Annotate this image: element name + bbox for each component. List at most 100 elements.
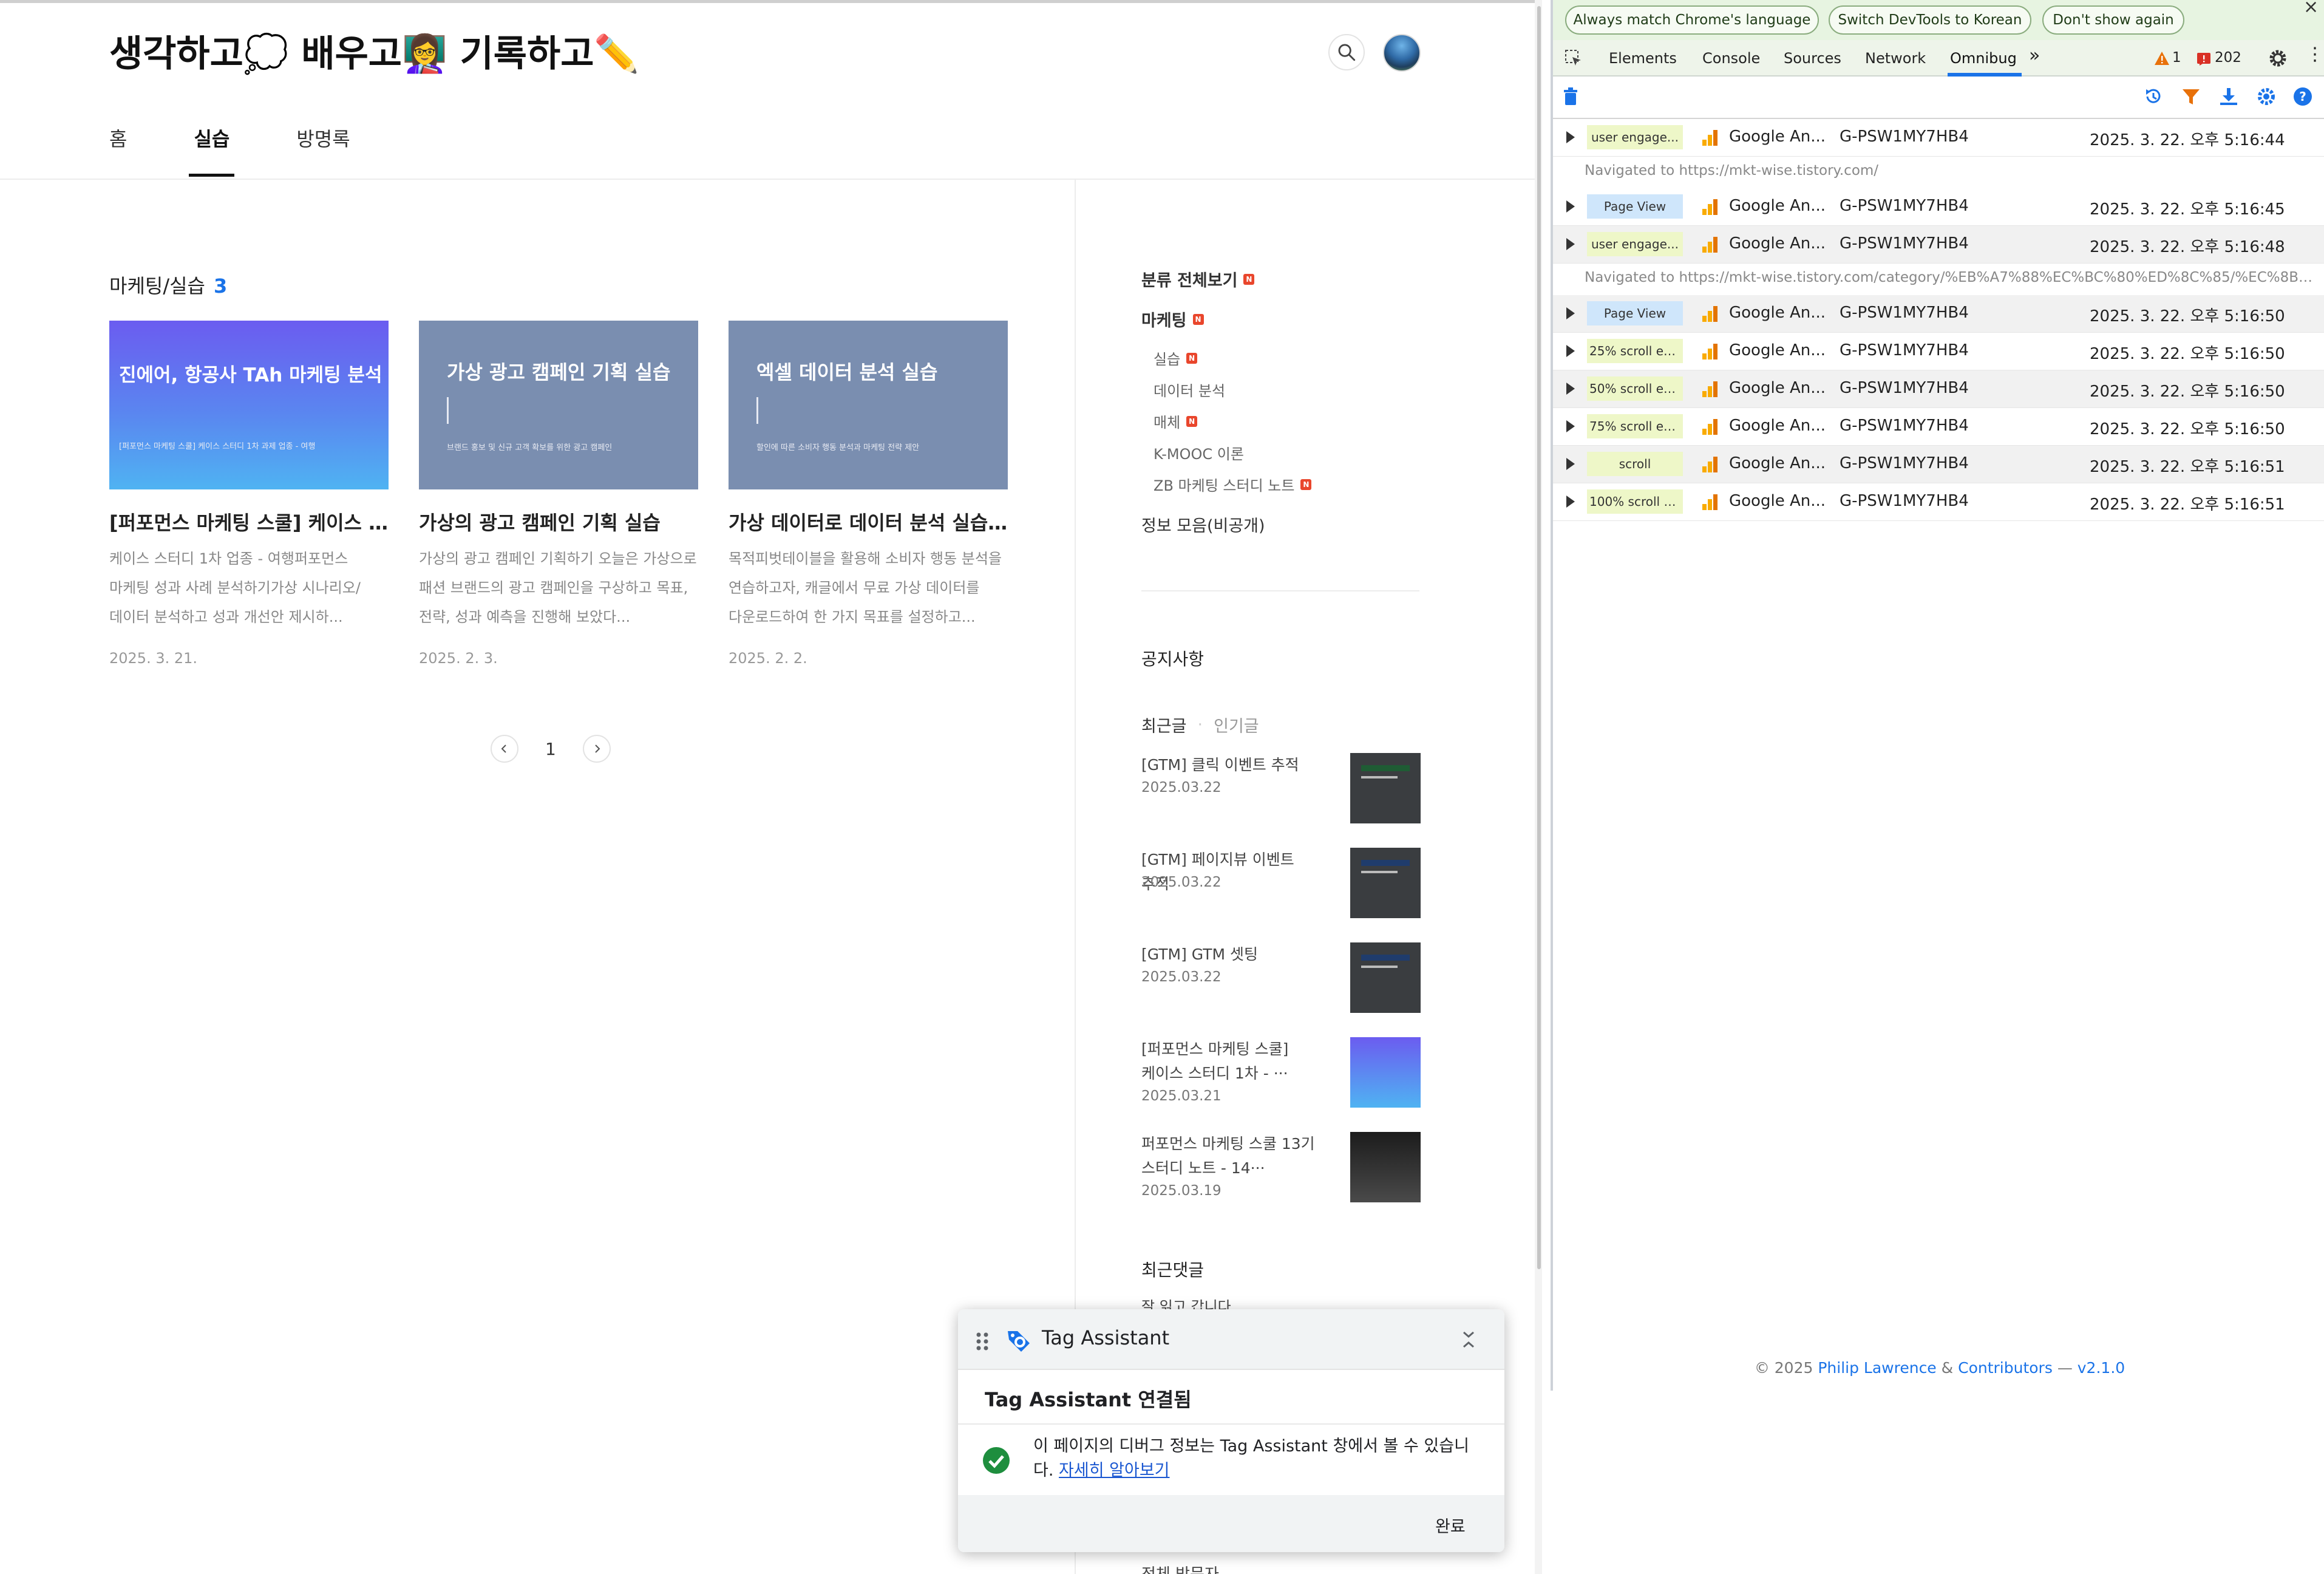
download-icon[interactable] — [2218, 86, 2239, 107]
expand-arrow-icon[interactable] — [1566, 496, 1575, 508]
error-icon[interactable] — [2197, 52, 2211, 66]
request-row[interactable]: Page View Google An... G-PSW1MY7HB4 2025… — [1553, 188, 2324, 226]
category-zb-notes[interactable]: ZB 마케팅 스터디 노트 N — [1154, 474, 1312, 495]
next-page-button[interactable] — [582, 735, 611, 763]
switch-korean-button[interactable]: Switch DevTools to Korean — [1829, 5, 2031, 35]
tag-assistant-name: Tag Assistant — [1042, 1326, 1170, 1349]
recent-post[interactable]: [GTM] 클릭 이벤트 추적 2025.03.22 — [1141, 753, 1421, 826]
expand-arrow-icon[interactable] — [1566, 383, 1575, 395]
measurement-id: G-PSW1MY7HB4 — [1840, 492, 1969, 510]
expand-arrow-icon[interactable] — [1566, 345, 1575, 357]
post-thumbnail[interactable]: 진에어, 항공사 TAh 마케팅 분석 [퍼포먼스 마케팅 스쿨] 케이스 스터… — [109, 321, 389, 489]
tab-elements[interactable]: Elements — [1609, 50, 1677, 67]
expand-arrow-icon[interactable] — [1566, 420, 1575, 432]
post-thumbnail[interactable]: 엑셀 데이터 분석 실습 할인에 따른 소비자 행동 분석과 마케팅 전략 제안 — [729, 321, 1008, 489]
done-button[interactable]: 완료 — [1435, 1513, 1466, 1537]
recent-post-title[interactable]: [GTM] 클릭 이벤트 추적 — [1141, 753, 1323, 777]
recent-post-thumbnail[interactable] — [1350, 848, 1421, 918]
collapse-icon[interactable] — [1458, 1327, 1479, 1352]
recent-post-title[interactable]: 퍼포먼스 마케팅 스쿨 13기 스터디 노트 - 14··· — [1141, 1132, 1323, 1180]
recent-post-thumbnail[interactable] — [1350, 753, 1421, 823]
recent-post[interactable]: [GTM] 페이지뷰 이벤트 추적 2025.03.22 — [1141, 848, 1421, 921]
request-row[interactable]: scroll Google An... G-PSW1MY7HB4 2025. 3… — [1553, 446, 2324, 483]
tab-network[interactable]: Network — [1865, 50, 1926, 67]
recent-post[interactable]: [퍼포먼스 마케팅 스쿨] 케이스 스터디 1차 - ··· 2025.03.2… — [1141, 1037, 1421, 1110]
page-number[interactable]: 1 — [545, 739, 556, 759]
recent-post-thumbnail[interactable] — [1350, 1037, 1421, 1108]
profile-avatar[interactable] — [1383, 34, 1421, 72]
tab-omnibug[interactable]: Omnibug — [1950, 50, 2017, 67]
search-button[interactable] — [1328, 34, 1365, 70]
expand-arrow-icon[interactable] — [1566, 307, 1575, 319]
more-tabs-icon[interactable]: » — [2029, 45, 2040, 66]
expand-arrow-icon[interactable] — [1566, 131, 1575, 143]
request-row[interactable]: 100% scroll e... Google An... G-PSW1MY7H… — [1553, 483, 2324, 521]
category-all[interactable]: 분류 전체보기 N — [1141, 267, 1255, 291]
event-badge: user engage... — [1587, 125, 1683, 149]
nav-guestbook[interactable]: 방명록 — [296, 121, 350, 179]
recent-post-thumbnail[interactable] — [1350, 1132, 1421, 1202]
category-kmooc[interactable]: K-MOOC 이론 — [1154, 442, 1244, 463]
recent-post-thumbnail[interactable] — [1350, 942, 1421, 1013]
warning-icon[interactable] — [2154, 51, 2170, 66]
tab-separator: · — [1197, 715, 1203, 734]
inspect-element-icon[interactable] — [1564, 49, 1583, 68]
category-marketing[interactable]: 마케팅 N — [1141, 307, 1204, 331]
recent-post[interactable]: 퍼포먼스 마케팅 스쿨 13기 스터디 노트 - 14··· 2025.03.1… — [1141, 1132, 1421, 1205]
category-label: 마케팅 — [1141, 312, 1187, 330]
category-data-analysis[interactable]: 데이터 분석 — [1154, 379, 1225, 400]
tab-sources[interactable]: Sources — [1784, 50, 1841, 67]
contributors-link[interactable]: Contributors — [1958, 1359, 2053, 1377]
nav-home[interactable]: 홈 — [109, 121, 127, 179]
history-icon[interactable] — [2143, 86, 2164, 107]
error-count[interactable]: 202 — [2215, 50, 2241, 66]
version-link[interactable]: v2.1.0 — [2078, 1359, 2125, 1377]
recent-post-title[interactable]: [퍼포먼스 마케팅 스쿨] 케이스 스터디 1차 - ··· — [1141, 1037, 1323, 1086]
post-title[interactable]: 가상 데이터로 데이터 분석 실습 - ... — [729, 508, 1008, 536]
trash-icon[interactable] — [1563, 87, 1578, 106]
tab-console[interactable]: Console — [1702, 50, 1760, 67]
request-row[interactable]: Page View Google An... G-PSW1MY7HB4 2025… — [1553, 295, 2324, 333]
request-row[interactable]: user engage... Google An... G-PSW1MY7HB4… — [1553, 119, 2324, 157]
category-media[interactable]: 매체 N — [1154, 411, 1198, 432]
close-infobar-icon[interactable]: × — [2303, 0, 2319, 18]
nav-practice[interactable]: 실습 — [189, 121, 235, 179]
request-row[interactable]: 50% scroll ev... Google An... G-PSW1MY7H… — [1553, 370, 2324, 408]
recent-post[interactable]: [GTM] GTM 셋팅 2025.03.22 — [1141, 942, 1421, 1015]
category-info[interactable]: 정보 모음(비공개) — [1141, 513, 1265, 536]
drag-handle-icon[interactable] — [975, 1331, 990, 1352]
notice-title[interactable]: 공지사항 — [1141, 646, 1204, 670]
dont-show-again-button[interactable]: Don't show again — [2042, 5, 2184, 35]
event-badge: 100% scroll e... — [1587, 489, 1683, 514]
expand-arrow-icon[interactable] — [1566, 458, 1575, 470]
post-card[interactable]: 진에어, 항공사 TAh 마케팅 분석 [퍼포먼스 마케팅 스쿨] 케이스 스터… — [109, 321, 389, 667]
post-title[interactable]: 가상의 광고 캠페인 기획 실습 — [419, 508, 698, 536]
thumbnail-decoration — [1361, 966, 1398, 968]
expand-arrow-icon[interactable] — [1566, 238, 1575, 250]
prev-page-button[interactable] — [491, 735, 518, 763]
author-link[interactable]: Philip Lawrence — [1818, 1359, 1936, 1377]
page-scrollbar-thumb[interactable] — [1537, 6, 1541, 1269]
warning-count[interactable]: 1 — [2172, 50, 2181, 66]
measurement-id: G-PSW1MY7HB4 — [1840, 234, 1969, 253]
post-card[interactable]: 엑셀 데이터 분석 실습 할인에 따른 소비자 행동 분석과 마케팅 전략 제안… — [729, 321, 1008, 667]
match-language-button[interactable]: Always match Chrome's language — [1565, 5, 1819, 35]
post-thumbnail[interactable]: 가상 광고 캠페인 기획 실습 브랜드 홍보 및 신규 고객 확보를 위한 광고… — [419, 321, 698, 489]
omnibug-settings-icon[interactable] — [2256, 86, 2277, 107]
site-title[interactable]: 생각하고💭 배우고👩‍🏫 기록하고✏️ — [109, 24, 639, 77]
more-options-icon[interactable]: ⋮ — [2306, 44, 2324, 65]
help-icon[interactable]: ? — [2292, 86, 2313, 107]
recent-post-title[interactable]: [GTM] GTM 셋팅 — [1141, 942, 1323, 967]
post-card[interactable]: 가상 광고 캠페인 기획 실습 브랜드 홍보 및 신규 고객 확보를 위한 광고… — [419, 321, 698, 667]
request-row[interactable]: 75% scroll ev... Google An... G-PSW1MY7H… — [1553, 408, 2324, 446]
category-practice[interactable]: 실습 N — [1154, 347, 1198, 369]
filter-icon[interactable] — [2181, 86, 2201, 107]
learn-more-link[interactable]: 자세히 알아보기 — [1059, 1461, 1169, 1480]
expand-arrow-icon[interactable] — [1566, 200, 1575, 213]
request-row[interactable]: user engage... Google An... G-PSW1MY7HB4… — [1553, 226, 2324, 264]
tab-popular[interactable]: 인기글 — [1214, 713, 1259, 737]
post-title[interactable]: [퍼포먼스 마케팅 스쿨] 케이스 스... — [109, 508, 389, 536]
tab-recent[interactable]: 최근글 — [1141, 713, 1187, 737]
request-row[interactable]: 25% scroll ev... Google An... G-PSW1MY7H… — [1553, 333, 2324, 370]
settings-gear-icon[interactable] — [2268, 49, 2288, 68]
